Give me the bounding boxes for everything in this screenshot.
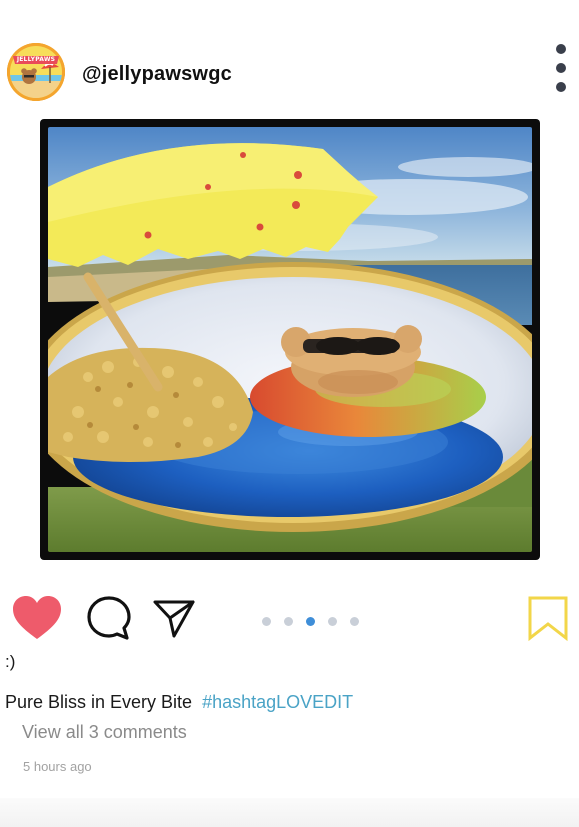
username[interactable]: @jellypawswgc: [82, 63, 232, 86]
paper-plane-icon: [153, 600, 195, 638]
caption-text: Pure Bliss in Every Bite: [5, 692, 193, 712]
comment-button[interactable]: [86, 595, 132, 641]
carousel-dot[interactable]: [350, 616, 359, 626]
post-header: JELLYPAWS @jellypawswgc: [0, 0, 579, 110]
instagram-post: JELLYPAWS @jellypawswgc:) Pure Bliss in…: [0, 0, 579, 827]
photo-illustration: [48, 127, 532, 552]
share-button[interactable]: [152, 596, 196, 640]
carousel-indicator: [262, 616, 359, 626]
avatar-badge-text: JELLYPAWS: [16, 56, 56, 63]
avatar[interactable]: JELLYPAWS: [7, 43, 65, 101]
bookmark-icon: [528, 596, 568, 642]
caption: Pure Bliss in Every Bite #hashtagLOVEDIT: [5, 692, 353, 713]
carousel-dot[interactable]: [328, 616, 337, 626]
avatar-image: [7, 43, 65, 101]
timestamp: 5 hours ago: [23, 759, 92, 774]
more-options-button[interactable]: [548, 40, 574, 96]
view-comments-link[interactable]: View all 3 comments: [22, 722, 187, 743]
carousel-dot[interactable]: [306, 616, 315, 626]
post-photo[interactable]: [48, 127, 532, 552]
bottom-bar: [0, 798, 579, 827]
likes-text: :): [5, 652, 16, 671]
hashtag-link[interactable]: #hashtagLOVEDIT: [202, 692, 353, 712]
save-button[interactable]: [526, 594, 570, 642]
heart-icon: [13, 596, 61, 639]
post-photo-frame: [40, 119, 540, 560]
comment-bubble-icon: [87, 596, 131, 640]
like-button[interactable]: [12, 595, 62, 641]
carousel-dot[interactable]: [262, 616, 271, 626]
post-actions: [0, 590, 579, 650]
carousel-dot[interactable]: [284, 616, 293, 626]
